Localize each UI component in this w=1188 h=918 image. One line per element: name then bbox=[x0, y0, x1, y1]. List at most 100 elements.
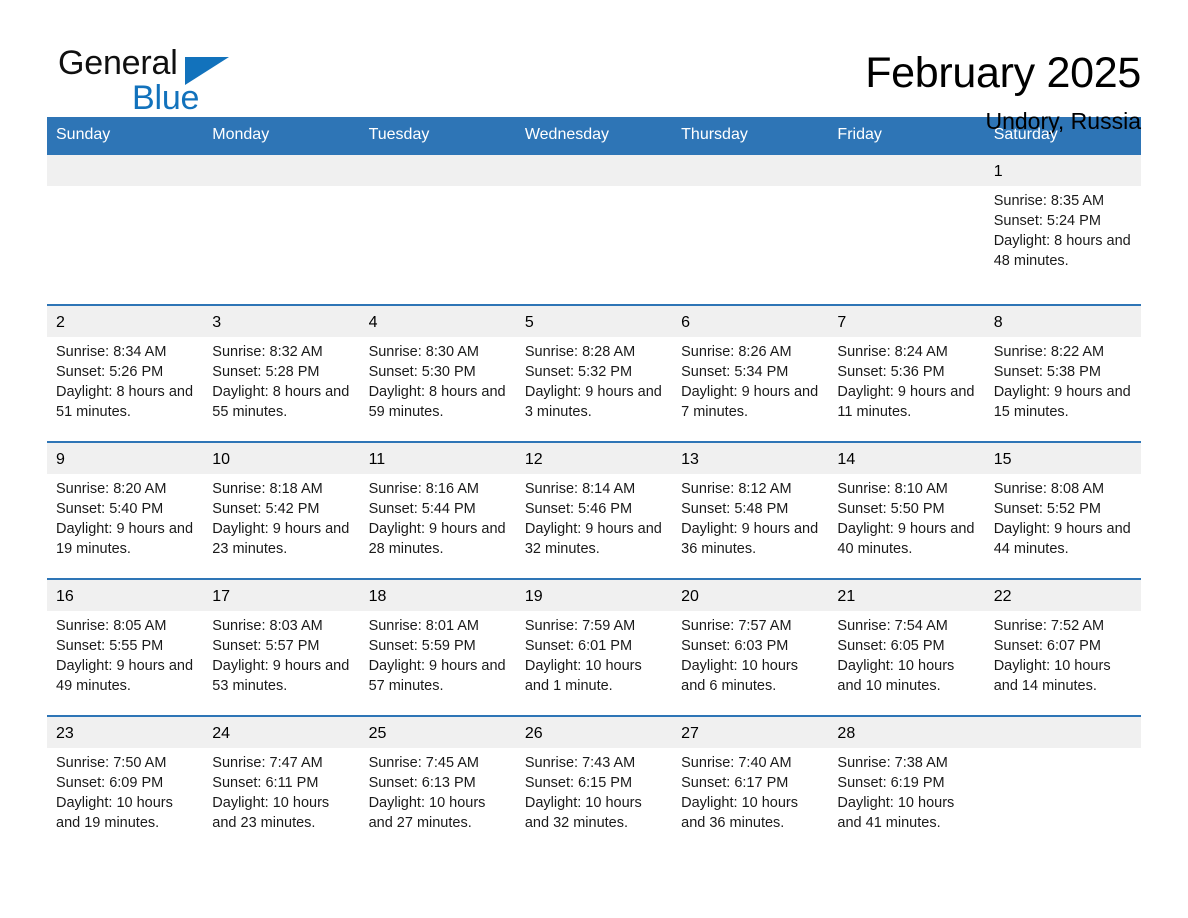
day-cell[interactable]: Sunrise: 8:03 AM Sunset: 5:57 PM Dayligh… bbox=[203, 611, 359, 715]
day-cell[interactable] bbox=[985, 748, 1141, 854]
sunset-text: Sunset: 6:05 PM bbox=[837, 638, 945, 654]
sunrise-text: Sunrise: 8:34 AM bbox=[56, 344, 167, 360]
day-cell[interactable]: Sunrise: 8:18 AM Sunset: 5:42 PM Dayligh… bbox=[203, 474, 359, 578]
daylight-text: Daylight: 8 hours and 59 minutes. bbox=[368, 384, 506, 420]
day-number[interactable] bbox=[828, 155, 984, 186]
day-cell[interactable]: Sunrise: 7:47 AM Sunset: 6:11 PM Dayligh… bbox=[203, 748, 359, 854]
day-number[interactable] bbox=[985, 717, 1141, 748]
day-cell[interactable] bbox=[828, 186, 984, 304]
sunrise-text: Sunrise: 7:54 AM bbox=[837, 618, 948, 634]
day-number[interactable]: 1 bbox=[985, 155, 1141, 186]
sunrise-text: Sunrise: 7:38 AM bbox=[837, 755, 948, 771]
sunrise-text: Sunrise: 7:43 AM bbox=[524, 755, 636, 771]
day-cell[interactable]: Sunrise: 8:05 AM Sunset: 5:55 PM Dayligh… bbox=[47, 611, 203, 715]
day-cell[interactable]: Sunrise: 8:30 AM Sunset: 5:30 PM Dayligh… bbox=[360, 337, 516, 441]
day-number[interactable]: 21 bbox=[828, 580, 984, 611]
day-number[interactable]: 16 bbox=[47, 580, 203, 611]
daylight-text: Daylight: 9 hours and 57 minutes. bbox=[368, 658, 506, 694]
day-number[interactable]: 8 bbox=[985, 306, 1141, 337]
day-number[interactable]: 17 bbox=[203, 580, 359, 611]
sunrise-text: Sunrise: 8:12 AM bbox=[681, 481, 792, 497]
day-number[interactable]: 12 bbox=[516, 443, 672, 474]
day-cell[interactable]: Sunrise: 8:08 AM Sunset: 5:52 PM Dayligh… bbox=[985, 474, 1141, 578]
daylight-text: Daylight: 9 hours and 19 minutes. bbox=[56, 521, 194, 557]
day-cell[interactable]: Sunrise: 7:52 AM Sunset: 6:07 PM Dayligh… bbox=[985, 611, 1141, 715]
day-cell[interactable] bbox=[47, 186, 203, 304]
sunset-text: Sunset: 6:07 PM bbox=[993, 638, 1101, 654]
day-number[interactable]: 7 bbox=[828, 306, 984, 337]
day-cell[interactable] bbox=[516, 186, 672, 304]
daylight-text: Daylight: 9 hours and 44 minutes. bbox=[993, 521, 1131, 557]
day-number[interactable]: 27 bbox=[672, 717, 828, 748]
day-cell[interactable]: Sunrise: 8:01 AM Sunset: 5:59 PM Dayligh… bbox=[360, 611, 516, 715]
day-cell[interactable]: Sunrise: 8:20 AM Sunset: 5:40 PM Dayligh… bbox=[47, 474, 203, 578]
day-number[interactable]: 23 bbox=[47, 717, 203, 748]
day-number[interactable]: 3 bbox=[203, 306, 359, 337]
day-cell[interactable]: Sunrise: 8:28 AM Sunset: 5:32 PM Dayligh… bbox=[516, 337, 672, 441]
day-cell[interactable]: Sunrise: 7:38 AM Sunset: 6:19 PM Dayligh… bbox=[828, 748, 984, 854]
day-cell[interactable]: Sunrise: 7:57 AM Sunset: 6:03 PM Dayligh… bbox=[672, 611, 828, 715]
day-cell[interactable] bbox=[203, 186, 359, 304]
day-number[interactable]: 13 bbox=[672, 443, 828, 474]
day-number[interactable] bbox=[516, 155, 672, 186]
triangle-flag-icon bbox=[185, 57, 229, 85]
day-cell[interactable]: Sunrise: 8:32 AM Sunset: 5:28 PM Dayligh… bbox=[203, 337, 359, 441]
sunset-text: Sunset: 5:30 PM bbox=[368, 364, 476, 380]
day-cell[interactable] bbox=[672, 186, 828, 304]
day-cell[interactable]: Sunrise: 8:14 AM Sunset: 5:46 PM Dayligh… bbox=[516, 474, 672, 578]
day-cell[interactable]: Sunrise: 8:34 AM Sunset: 5:26 PM Dayligh… bbox=[47, 337, 203, 441]
day-number[interactable]: 26 bbox=[516, 717, 672, 748]
day-cell[interactable]: Sunrise: 7:43 AM Sunset: 6:15 PM Dayligh… bbox=[516, 748, 672, 854]
sunset-text: Sunset: 5:57 PM bbox=[212, 638, 320, 654]
day-cell[interactable]: Sunrise: 7:40 AM Sunset: 6:17 PM Dayligh… bbox=[672, 748, 828, 854]
day-cell[interactable]: Sunrise: 8:10 AM Sunset: 5:50 PM Dayligh… bbox=[828, 474, 984, 578]
day-number[interactable]: 19 bbox=[516, 580, 672, 611]
day-number[interactable] bbox=[360, 155, 516, 186]
daylight-text: Daylight: 9 hours and 49 minutes. bbox=[56, 658, 194, 694]
day-cell[interactable]: Sunrise: 7:50 AM Sunset: 6:09 PM Dayligh… bbox=[47, 748, 203, 854]
sunset-text: Sunset: 6:19 PM bbox=[837, 775, 945, 791]
sunrise-text: Sunrise: 8:35 AM bbox=[993, 193, 1105, 209]
day-cell[interactable] bbox=[360, 186, 516, 304]
day-cell[interactable]: Sunrise: 8:16 AM Sunset: 5:44 PM Dayligh… bbox=[360, 474, 516, 578]
logo-text-general: General bbox=[58, 44, 178, 82]
day-number[interactable]: 14 bbox=[828, 443, 984, 474]
day-number[interactable]: 6 bbox=[672, 306, 828, 337]
day-cell[interactable]: Sunrise: 7:59 AM Sunset: 6:01 PM Dayligh… bbox=[516, 611, 672, 715]
calendar-page: General Blue February 2025 Undory, Russi… bbox=[0, 0, 1188, 918]
day-cell[interactable]: Sunrise: 7:45 AM Sunset: 6:13 PM Dayligh… bbox=[360, 748, 516, 854]
daylight-text: Daylight: 10 hours and 14 minutes. bbox=[993, 658, 1111, 694]
day-cell[interactable]: Sunrise: 8:22 AM Sunset: 5:38 PM Dayligh… bbox=[985, 337, 1141, 441]
day-number[interactable] bbox=[47, 155, 203, 186]
day-number[interactable]: 28 bbox=[828, 717, 984, 748]
sunset-text: Sunset: 6:17 PM bbox=[681, 775, 789, 791]
day-number[interactable] bbox=[203, 155, 359, 186]
daylight-text: Daylight: 9 hours and 53 minutes. bbox=[212, 658, 350, 694]
day-cell[interactable]: Sunrise: 8:26 AM Sunset: 5:34 PM Dayligh… bbox=[672, 337, 828, 441]
day-number[interactable]: 24 bbox=[203, 717, 359, 748]
daylight-text: Daylight: 8 hours and 51 minutes. bbox=[56, 384, 194, 420]
day-cell[interactable]: Sunrise: 8:12 AM Sunset: 5:48 PM Dayligh… bbox=[672, 474, 828, 578]
daylight-text: Daylight: 10 hours and 23 minutes. bbox=[212, 795, 330, 831]
day-cell[interactable]: Sunrise: 7:54 AM Sunset: 6:05 PM Dayligh… bbox=[828, 611, 984, 715]
sunset-text: Sunset: 5:59 PM bbox=[368, 638, 476, 654]
daylight-text: Daylight: 9 hours and 15 minutes. bbox=[993, 384, 1131, 420]
day-number[interactable] bbox=[672, 155, 828, 186]
day-number[interactable]: 11 bbox=[360, 443, 516, 474]
day-number[interactable]: 9 bbox=[47, 443, 203, 474]
sunrise-text: Sunrise: 8:01 AM bbox=[368, 618, 479, 634]
day-number[interactable]: 4 bbox=[360, 306, 516, 337]
day-number[interactable]: 25 bbox=[360, 717, 516, 748]
day-number[interactable]: 18 bbox=[360, 580, 516, 611]
day-number[interactable]: 2 bbox=[47, 306, 203, 337]
day-number[interactable]: 15 bbox=[985, 443, 1141, 474]
day-cell[interactable]: Sunrise: 8:35 AM Sunset: 5:24 PM Dayligh… bbox=[985, 186, 1141, 304]
sunset-text: Sunset: 5:34 PM bbox=[681, 364, 789, 380]
day-number[interactable]: 5 bbox=[516, 306, 672, 337]
day-number[interactable]: 20 bbox=[672, 580, 828, 611]
generalblue-logo[interactable]: General Blue bbox=[47, 46, 307, 126]
day-cell[interactable]: Sunrise: 8:24 AM Sunset: 5:36 PM Dayligh… bbox=[828, 337, 984, 441]
day-number[interactable]: 22 bbox=[985, 580, 1141, 611]
day-number[interactable]: 10 bbox=[203, 443, 359, 474]
weekday-thursday: Thursday bbox=[681, 126, 748, 143]
